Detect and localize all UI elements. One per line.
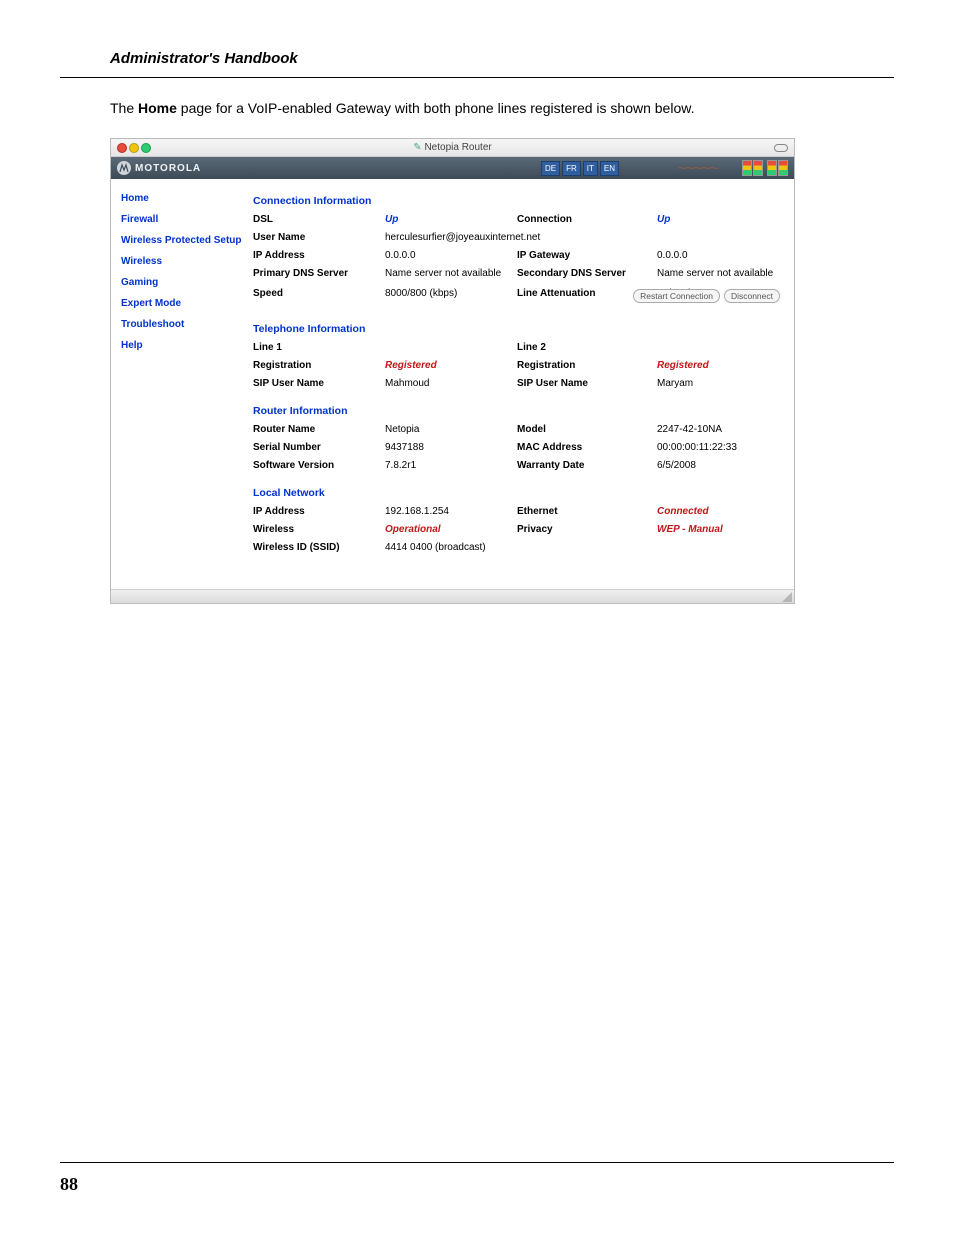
username-label: User Name: [253, 231, 385, 245]
language-switcher: DE FR IT EN: [541, 161, 619, 176]
gateway-value: 0.0.0.0: [657, 249, 786, 263]
header-decoration: ～～～～～: [678, 160, 788, 176]
section-title-router: Router Information: [253, 405, 786, 417]
sip2-label: SIP User Name: [517, 377, 657, 391]
sidebar-item-gaming[interactable]: Gaming: [121, 277, 253, 288]
sidebar-nav: Home Firewall Wireless Protected Setup W…: [111, 179, 253, 589]
section-title-local: Local Network: [253, 487, 786, 499]
lang-fr[interactable]: FR: [562, 161, 581, 176]
sdns-value: Name server not available: [657, 267, 786, 281]
sidebar-item-troubleshoot[interactable]: Troubleshoot: [121, 319, 253, 330]
app-icon: ✎: [413, 142, 424, 153]
router-name-value: Netopia: [385, 423, 517, 437]
intro-text: The Home page for a VoIP-enabled Gateway…: [60, 100, 894, 116]
pdns-label: Primary DNS Server: [253, 267, 385, 281]
reg1-value: Registered: [385, 359, 517, 373]
wireless-label: Wireless: [253, 523, 385, 537]
section-local: Local Network IP Address 192.168.1.254 E…: [253, 487, 786, 555]
sidebar-item-home[interactable]: Home: [121, 193, 253, 204]
traffic-lights: [117, 143, 151, 153]
line1-label: Line 1: [253, 341, 385, 355]
gateway-label: IP Gateway: [517, 249, 657, 263]
speed-label: Speed: [253, 287, 385, 301]
page-number: 88: [60, 1174, 78, 1195]
restart-connection-button[interactable]: Restart Connection: [633, 289, 720, 303]
intro-pre: The: [110, 100, 138, 116]
model-label: Model: [517, 423, 657, 437]
sidebar-item-wps[interactable]: Wireless Protected Setup: [121, 235, 253, 246]
lang-de[interactable]: DE: [541, 161, 560, 176]
reg2-label: Registration: [517, 359, 657, 373]
section-router: Router Information Router Name Netopia M…: [253, 405, 786, 473]
ssid-value: 4414 0400 (broadcast): [385, 541, 649, 555]
pdns-value: Name server not available: [385, 267, 517, 281]
serial-label: Serial Number: [253, 441, 385, 455]
serial-value: 9437188: [385, 441, 517, 455]
ethernet-label: Ethernet: [517, 505, 657, 519]
privacy-value: WEP - Manual: [657, 523, 786, 537]
resize-handle-icon[interactable]: [782, 592, 792, 602]
software-label: Software Version: [253, 459, 385, 473]
connection-value: Up: [657, 213, 786, 227]
motorola-logo-icon: [117, 161, 131, 175]
sip2-value: Maryam: [657, 377, 786, 391]
toolbar-pill-icon: [774, 144, 788, 152]
main-content: Connection Information DSL Up Connection…: [253, 179, 794, 589]
section-telephone: Telephone Information Line 1 Line 2 Regi…: [253, 323, 786, 391]
software-value: 7.8.2r1: [385, 459, 517, 473]
connection-label: Connection: [517, 213, 657, 227]
section-connection: Connection Information DSL Up Connection…: [253, 195, 786, 301]
intro-post: page for a VoIP-enabled Gateway with bot…: [177, 100, 695, 116]
sidebar-item-wireless[interactable]: Wireless: [121, 256, 253, 267]
section-title-telephone: Telephone Information: [253, 323, 786, 335]
local-ip-label: IP Address: [253, 505, 385, 519]
mac-label: MAC Address: [517, 441, 657, 455]
warranty-value: 6/5/2008: [657, 459, 786, 473]
privacy-label: Privacy: [517, 523, 657, 537]
section-title-connection: Connection Information: [253, 195, 786, 207]
username-value: herculesurfier@joyeauxinternet.net: [385, 231, 649, 245]
close-icon[interactable]: [117, 143, 127, 153]
flag-icon: [742, 160, 763, 176]
speed-value: 8000/800 (kbps): [385, 287, 517, 301]
mac-value: 00:00:00:11:22:33: [657, 441, 786, 455]
lang-en[interactable]: EN: [600, 161, 619, 176]
flag-icon: [767, 160, 788, 176]
minimize-icon[interactable]: [129, 143, 139, 153]
dsl-value: Up: [385, 213, 517, 227]
ip-value: 0.0.0.0: [385, 249, 517, 263]
window-title-text: Netopia Router: [424, 142, 491, 153]
disconnect-button[interactable]: Disconnect: [724, 289, 780, 303]
brand-bar: MOTOROLA DE FR IT EN ～～～～～: [111, 157, 794, 179]
intro-bold: Home: [138, 100, 177, 116]
window-statusbar: [111, 589, 794, 603]
wave-icon: ～～～～～: [678, 163, 738, 173]
reg2-value: Registered: [657, 359, 786, 373]
router-screenshot: ✎ Netopia Router MOTOROLA DE FR IT EN ～～…: [110, 138, 795, 604]
wireless-value: Operational: [385, 523, 517, 537]
zoom-icon[interactable]: [141, 143, 151, 153]
ip-label: IP Address: [253, 249, 385, 263]
sip1-value: Mahmoud: [385, 377, 517, 391]
window-title: ✎ Netopia Router: [413, 142, 491, 153]
warranty-label: Warranty Date: [517, 459, 657, 473]
ssid-label: Wireless ID (SSID): [253, 541, 385, 555]
window-titlebar: ✎ Netopia Router: [111, 139, 794, 157]
line2-label: Line 2: [517, 341, 657, 355]
sidebar-item-expert[interactable]: Expert Mode: [121, 298, 253, 309]
sidebar-item-firewall[interactable]: Firewall: [121, 214, 253, 225]
dsl-label: DSL: [253, 213, 385, 227]
model-value: 2247-42-10NA: [657, 423, 786, 437]
footer-rule: [60, 1162, 894, 1163]
lang-it[interactable]: IT: [583, 161, 598, 176]
ethernet-value: Connected: [657, 505, 786, 519]
router-name-label: Router Name: [253, 423, 385, 437]
sip1-label: SIP User Name: [253, 377, 385, 391]
sidebar-item-help[interactable]: Help: [121, 340, 253, 351]
doc-header: Administrator's Handbook: [60, 50, 894, 78]
brand-text: MOTOROLA: [135, 163, 201, 174]
sdns-label: Secondary DNS Server: [517, 267, 657, 281]
reg1-label: Registration: [253, 359, 385, 373]
local-ip-value: 192.168.1.254: [385, 505, 517, 519]
